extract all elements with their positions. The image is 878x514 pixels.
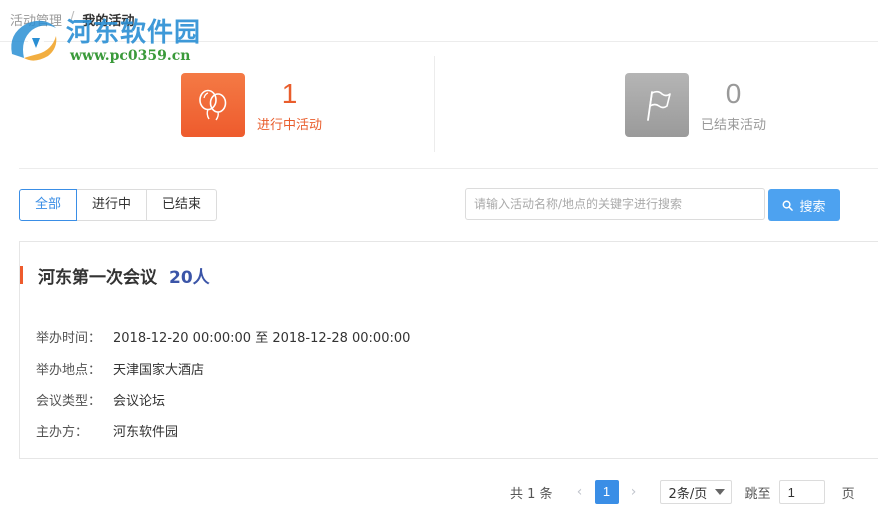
- search-button[interactable]: 搜索: [768, 189, 840, 221]
- info-row-type: 会议类型： 会议论坛: [36, 390, 165, 409]
- stat-ongoing-icon-box: [181, 73, 245, 137]
- prev-page-icon[interactable]: ‹: [569, 484, 591, 500]
- filter-tabs: 全部 进行中 已结束: [19, 189, 218, 221]
- page-size-value: 2条/页: [668, 486, 708, 502]
- info-key: 主办方：: [36, 425, 89, 440]
- info-row-location: 举办地点： 天津国家大酒店: [36, 359, 204, 378]
- ended-count: 0: [725, 77, 742, 109]
- stat-ongoing[interactable]: 1 进行中活动: [181, 73, 322, 137]
- ended-label: 已结束活动: [701, 117, 767, 133]
- jump-page-input[interactable]: [778, 480, 825, 504]
- tab-ongoing[interactable]: 进行中: [76, 189, 148, 221]
- breadcrumb-current: 我的活动: [82, 14, 135, 29]
- jump-label: 跳至: [744, 486, 771, 502]
- page-unit-label: 页: [841, 486, 855, 502]
- info-value: 天津国家大酒店: [113, 363, 205, 378]
- info-row-organizer: 主办方： 河东软件园: [36, 421, 178, 440]
- activity-title[interactable]: 河东第一次会议: [38, 263, 157, 288]
- activity-title-row: 河东第一次会议 20人: [20, 263, 210, 288]
- flag-icon: [647, 90, 671, 121]
- page-number-current[interactable]: 1: [594, 480, 619, 504]
- search-button-label: 搜索: [799, 199, 826, 215]
- search-icon: [783, 200, 794, 211]
- ongoing-label: 进行中活动: [257, 117, 323, 133]
- stat-ended[interactable]: 0 已结束活动: [625, 73, 766, 137]
- stats-divider: [434, 56, 435, 152]
- breadcrumb-separator: /: [70, 10, 75, 25]
- pagination: 共 1 条 ‹ 1 › 2条/页 跳至 页: [510, 480, 855, 504]
- tab-all[interactable]: 全部: [19, 189, 78, 221]
- balloons-icon: [199, 89, 227, 121]
- info-key: 举办地点：: [36, 363, 102, 378]
- ongoing-count: 1: [281, 77, 298, 109]
- title-accent-bar: [20, 266, 23, 284]
- watermark-url: www.pc0359.cn: [70, 48, 191, 64]
- activity-card[interactable]: 河东第一次会议 20人 举办时间： 2018-12-20 00:00:00 至 …: [19, 241, 878, 459]
- info-key: 举办时间：: [36, 331, 102, 346]
- header-divider: [0, 41, 878, 42]
- stat-ended-icon-box: [625, 73, 689, 137]
- breadcrumb-parent[interactable]: 活动管理: [10, 10, 62, 29]
- activity-people-count: 20人: [169, 267, 210, 288]
- next-page-icon[interactable]: ›: [623, 484, 645, 500]
- stats-bottom-divider: [19, 168, 878, 169]
- info-value: 会议论坛: [113, 394, 166, 409]
- info-value: 2018-12-20 00:00:00 至 2018-12-28 00:00:0…: [113, 331, 411, 346]
- search-input[interactable]: [465, 188, 765, 220]
- info-key: 会议类型：: [36, 394, 102, 409]
- caret-down-icon: [714, 489, 725, 495]
- page-size-select[interactable]: 2条/页: [659, 480, 732, 504]
- pagination-total: 共 1 条: [510, 486, 553, 502]
- breadcrumb: 活动管理 / 我的活动: [10, 10, 134, 29]
- tab-ended[interactable]: 已结束: [146, 189, 218, 221]
- info-value: 河东软件园: [113, 425, 179, 440]
- info-row-time: 举办时间： 2018-12-20 00:00:00 至 2018-12-28 0…: [36, 327, 410, 346]
